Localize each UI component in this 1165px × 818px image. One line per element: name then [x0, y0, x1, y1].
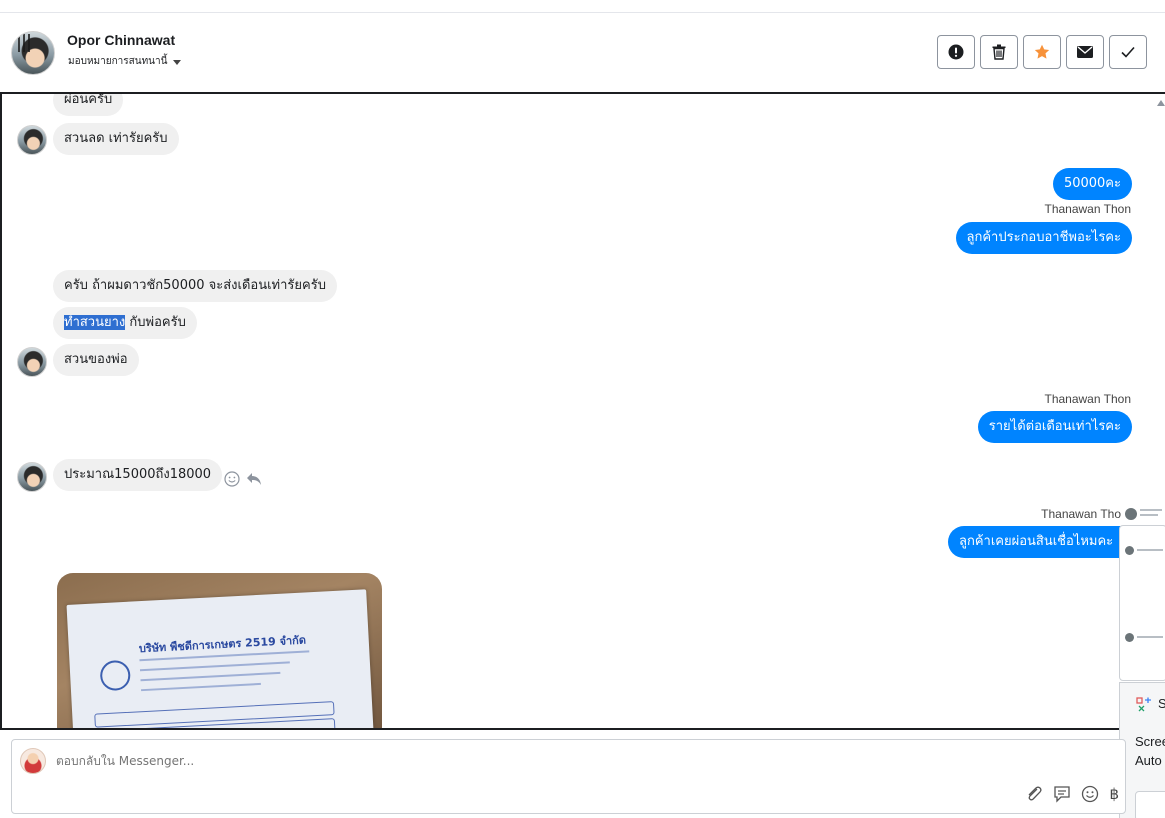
exclamation-icon: [948, 44, 964, 60]
delete-button[interactable]: [980, 35, 1018, 69]
extension-line: Scree: [1135, 734, 1165, 749]
message-incoming[interactable]: ครับ ถ้าผมดาวชัก50000 จะส่งเดือนเท่ารัยค…: [53, 270, 337, 302]
preview-card[interactable]: [1119, 525, 1165, 681]
contact-avatar[interactable]: [11, 31, 55, 75]
message-text: กับพ่อครับ: [125, 315, 186, 330]
company-logo-icon: [99, 659, 132, 692]
message-thread[interactable]: ผ่อนครับ สวนลด เท่ารัยครับ 50000คะ Thana…: [0, 92, 1165, 730]
image-attachment[interactable]: บริษัท พืชดีการเกษตร 2519 จำกัด: [57, 573, 382, 728]
done-button[interactable]: [1109, 35, 1147, 69]
sender-avatar: [17, 125, 47, 155]
mail-button[interactable]: [1066, 35, 1104, 69]
message-incoming[interactable]: สวนลด เท่ารัยครับ: [53, 123, 179, 155]
mini-line: [1137, 636, 1163, 638]
emoji-icon[interactable]: [1081, 785, 1099, 803]
message-incoming[interactable]: สวนของพ่อ: [53, 344, 139, 376]
sender-avatar: [17, 462, 47, 492]
message-outgoing[interactable]: 50000คะ: [1052, 168, 1132, 200]
check-icon: [1121, 46, 1135, 58]
extension-line: Auto: [1135, 753, 1162, 768]
receipt-line: [141, 682, 261, 692]
mini-avatar: [1125, 633, 1134, 642]
extension-label: S: [1158, 696, 1165, 711]
messenger-inbox: Opor Chinnawat มอบหมายการสนทนานี้ ผ่อนคร…: [0, 0, 1165, 818]
sender-name: Thanawan Tho: [1041, 507, 1121, 521]
receipt-photo: บริษัท พืชดีการเกษตร 2519 จำกัด: [66, 589, 376, 728]
sender-name: Thanawan Thon: [1044, 202, 1131, 216]
receipt-line: [140, 671, 281, 682]
saved-reply-icon[interactable]: [1053, 785, 1071, 803]
report-button[interactable]: [937, 35, 975, 69]
assign-label: มอบหมายการสนทนานี้: [68, 56, 168, 67]
sender-avatar: [17, 347, 47, 377]
message-outgoing[interactable]: รายได้ต่อเดือนเท่าไรคะ: [977, 411, 1132, 443]
mini-avatar: [1125, 508, 1137, 520]
message-outgoing[interactable]: ลูกค้าประกอบอาชีพอะไรคะ: [955, 222, 1132, 254]
reply-icon[interactable]: [246, 472, 262, 486]
mini-line: [1137, 549, 1163, 551]
reply-input[interactable]: [56, 754, 656, 768]
mini-line: [1140, 514, 1158, 516]
message-incoming[interactable]: ทำสวนยาง กับพ่อครับ: [53, 307, 197, 339]
reply-composer: ฿: [11, 739, 1126, 814]
assign-conversation-dropdown[interactable]: มอบหมายการสนทนานี้: [68, 54, 182, 69]
envelope-icon: [1077, 46, 1093, 58]
mini-avatar: [1125, 546, 1134, 555]
star-button[interactable]: [1023, 35, 1061, 69]
star-icon: [1034, 44, 1050, 59]
message-outgoing[interactable]: ลูกค้าเคยผ่อนสินเชื่อไหมคะ: [948, 526, 1125, 558]
attachment-icon[interactable]: [1025, 785, 1043, 803]
selected-text: ทำสวนยาง: [64, 315, 126, 330]
contact-name[interactable]: Opor Chinnawat: [67, 32, 175, 48]
conversation-header: Opor Chinnawat มอบหมายการสนทนานี้: [0, 13, 1165, 92]
payment-icon[interactable]: ฿: [1109, 785, 1119, 803]
extension-logo-icon: [1136, 697, 1151, 712]
emoji-react-icon[interactable]: [224, 471, 240, 487]
mini-line: [1140, 509, 1162, 511]
caret-down-icon: [173, 59, 182, 65]
sender-name: Thanawan Thon: [1044, 392, 1131, 406]
extension-box[interactable]: [1135, 791, 1165, 818]
composer-toolbar: ฿: [1025, 785, 1119, 803]
message-actions: [224, 471, 262, 487]
trash-icon: [992, 44, 1006, 60]
message-incoming[interactable]: ผ่อนครับ: [53, 94, 124, 116]
scroll-up-arrow-icon[interactable]: [1157, 100, 1165, 106]
page-avatar: [20, 748, 46, 774]
message-incoming[interactable]: ประมาณ15000ถึง18000: [53, 459, 223, 491]
header-actions: [937, 35, 1147, 69]
receipt-line: [139, 661, 290, 672]
